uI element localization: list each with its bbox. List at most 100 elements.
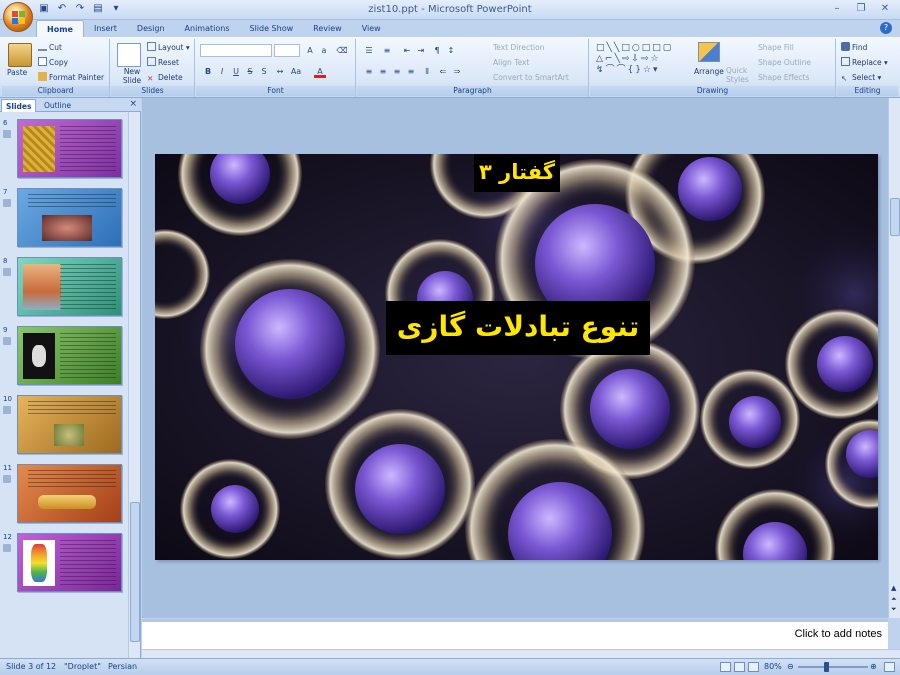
find-button[interactable]: Find <box>841 42 867 53</box>
char-spacing-icon[interactable]: ↔ <box>274 66 286 78</box>
notes-pane[interactable]: Click to add notes <box>142 619 888 649</box>
close-icon[interactable]: ✕ <box>874 2 896 17</box>
tab-insert[interactable]: Insert <box>84 20 127 37</box>
slide-sorter-icon[interactable] <box>734 662 745 672</box>
arrange-button[interactable]: Arrange <box>694 66 724 77</box>
slide-thumbnail[interactable] <box>17 464 122 523</box>
font-size-combo[interactable] <box>274 44 300 57</box>
zoom-level[interactable]: 80% <box>764 662 782 671</box>
reset-button[interactable]: Reset <box>147 57 179 68</box>
tab-animations[interactable]: Animations <box>175 20 240 37</box>
increase-indent-icon[interactable]: ⇥ <box>415 45 427 57</box>
pane-scrollbar[interactable] <box>128 112 140 658</box>
tab-home[interactable]: Home <box>36 20 84 37</box>
underline-icon[interactable]: U <box>230 66 242 78</box>
new-slide-icon[interactable] <box>117 43 141 67</box>
columns-icon[interactable]: ⫴ <box>421 66 433 78</box>
arrange-icon[interactable] <box>698 42 720 62</box>
editor-scrollbar[interactable]: ▲ ⏶ ⏷ <box>888 98 900 618</box>
slide-thumbnail[interactable] <box>17 257 122 316</box>
office-button[interactable] <box>3 2 33 32</box>
layout-button[interactable]: Layout ▾ <box>147 42 190 53</box>
font-name-combo[interactable] <box>200 44 272 57</box>
convert-smartart-button[interactable]: Convert to SmartArt <box>493 72 569 83</box>
decrease-indent-icon[interactable]: ⇤ <box>401 45 413 57</box>
slide-thumbnail[interactable] <box>17 533 122 592</box>
italic-icon[interactable]: I <box>216 66 228 78</box>
shape-effects-button[interactable]: Shape Effects <box>758 72 809 83</box>
clear-formatting-icon[interactable]: ⌫ <box>336 45 348 57</box>
current-slide[interactable]: گفتار ۳ تنوع تبادلات گازی <box>155 154 878 560</box>
replace-button[interactable]: Replace ▾ <box>841 57 888 68</box>
editor-scroll-thumb[interactable] <box>890 198 900 236</box>
tab-view[interactable]: View <box>352 20 391 37</box>
bold-icon[interactable]: B <box>202 66 214 78</box>
copy-button[interactable]: Copy <box>38 57 68 68</box>
shape-outline-button[interactable]: Shape Outline <box>758 57 811 68</box>
justify-icon[interactable]: ≡ <box>405 66 417 78</box>
numbering-icon[interactable]: ≡ <box>381 45 393 57</box>
restore-icon[interactable]: ❐ <box>850 2 872 17</box>
line-spacing-icon[interactable]: ↕ <box>445 45 457 57</box>
format-painter-button[interactable]: Format Painter <box>38 72 104 83</box>
normal-view-icon[interactable] <box>720 662 731 672</box>
ltr-direction-icon[interactable]: ⇒ <box>451 66 463 78</box>
rtl-icon[interactable]: ¶ <box>431 45 443 57</box>
slide-thumbnail[interactable] <box>17 326 122 385</box>
paste-button[interactable]: Paste <box>7 67 27 78</box>
prev-slide-icon[interactable]: ⏶ <box>891 595 897 604</box>
help-icon[interactable]: ? <box>880 22 892 34</box>
language-indicator[interactable]: Persian <box>108 662 137 671</box>
slide-thumbnail[interactable] <box>17 395 122 454</box>
rtl-direction-icon[interactable]: ⇐ <box>437 66 449 78</box>
slide-show-icon[interactable] <box>748 662 759 672</box>
grow-font-icon[interactable]: A <box>304 45 316 57</box>
scroll-up-icon[interactable]: ▲ <box>891 584 896 592</box>
strikethrough-icon[interactable]: S <box>244 66 256 78</box>
zoom-out-icon[interactable]: ⊖ <box>787 662 794 671</box>
shape-fill-button[interactable]: Shape Fill <box>758 42 794 53</box>
shrink-font-icon[interactable]: a <box>318 45 330 57</box>
align-right-icon[interactable]: ≡ <box>391 66 403 78</box>
slide-thumbnail-row[interactable]: 11 <box>0 464 128 526</box>
tab-design[interactable]: Design <box>127 20 175 37</box>
bullets-icon[interactable]: ☰ <box>363 45 375 57</box>
new-slide-button[interactable]: New Slide <box>115 67 149 85</box>
slide-thumbnail-row[interactable]: 9 <box>0 326 128 388</box>
text-direction-button[interactable]: Text Direction <box>493 42 544 53</box>
slide-title[interactable]: تنوع تبادلات گازی <box>386 301 650 355</box>
cut-button[interactable]: Cut <box>38 42 62 53</box>
font-color-icon[interactable]: A <box>314 66 326 78</box>
fit-to-window-icon[interactable] <box>884 662 895 672</box>
shadow-icon[interactable]: S <box>258 66 270 78</box>
zoom-slider-handle[interactable] <box>824 662 829 672</box>
slide-subtitle[interactable]: گفتار ۳ <box>474 154 560 192</box>
slide-thumbnail-row[interactable]: 12 <box>0 533 128 595</box>
align-text-button[interactable]: Align Text <box>493 57 529 68</box>
horizontal-scrollbar[interactable] <box>142 649 900 658</box>
slide-thumbnail[interactable] <box>17 188 122 247</box>
align-center-icon[interactable]: ≡ <box>377 66 389 78</box>
notes-placeholder[interactable]: Click to add notes <box>795 628 882 640</box>
slide-thumbnail-row[interactable]: 6 <box>0 119 128 181</box>
select-button[interactable]: ↖ Select ▾ <box>841 72 881 83</box>
slide-thumbnail-row[interactable]: 8 <box>0 257 128 319</box>
align-left-icon[interactable]: ≡ <box>363 66 375 78</box>
tab-review[interactable]: Review <box>303 20 352 37</box>
quick-styles-button[interactable]: Quick Styles <box>726 66 754 84</box>
minimize-icon[interactable]: – <box>826 2 848 17</box>
tab-slides[interactable]: Slides <box>1 99 37 112</box>
zoom-in-icon[interactable]: ⊕ <box>870 662 877 671</box>
next-slide-icon[interactable]: ⏷ <box>891 605 897 614</box>
slide-thumbnail[interactable] <box>17 119 122 178</box>
tab-outline[interactable]: Outline <box>40 99 75 112</box>
tab-slide-show[interactable]: Slide Show <box>239 20 303 37</box>
paste-icon[interactable] <box>8 43 32 67</box>
delete-button[interactable]: ✕ Delete <box>147 72 183 83</box>
change-case-icon[interactable]: Aa <box>290 66 302 78</box>
slide-thumbnail-row[interactable]: 10 <box>0 395 128 457</box>
shapes-gallery[interactable]: □╲╲□○□□▢ △⌐╲⇨⇩⇨☆ ↯⌒⌒{}☆▾ <box>596 43 686 77</box>
close-pane-icon[interactable]: × <box>129 99 137 109</box>
zoom-slider[interactable] <box>798 666 868 668</box>
slide-thumbnail-row[interactable]: 7 <box>0 188 128 250</box>
